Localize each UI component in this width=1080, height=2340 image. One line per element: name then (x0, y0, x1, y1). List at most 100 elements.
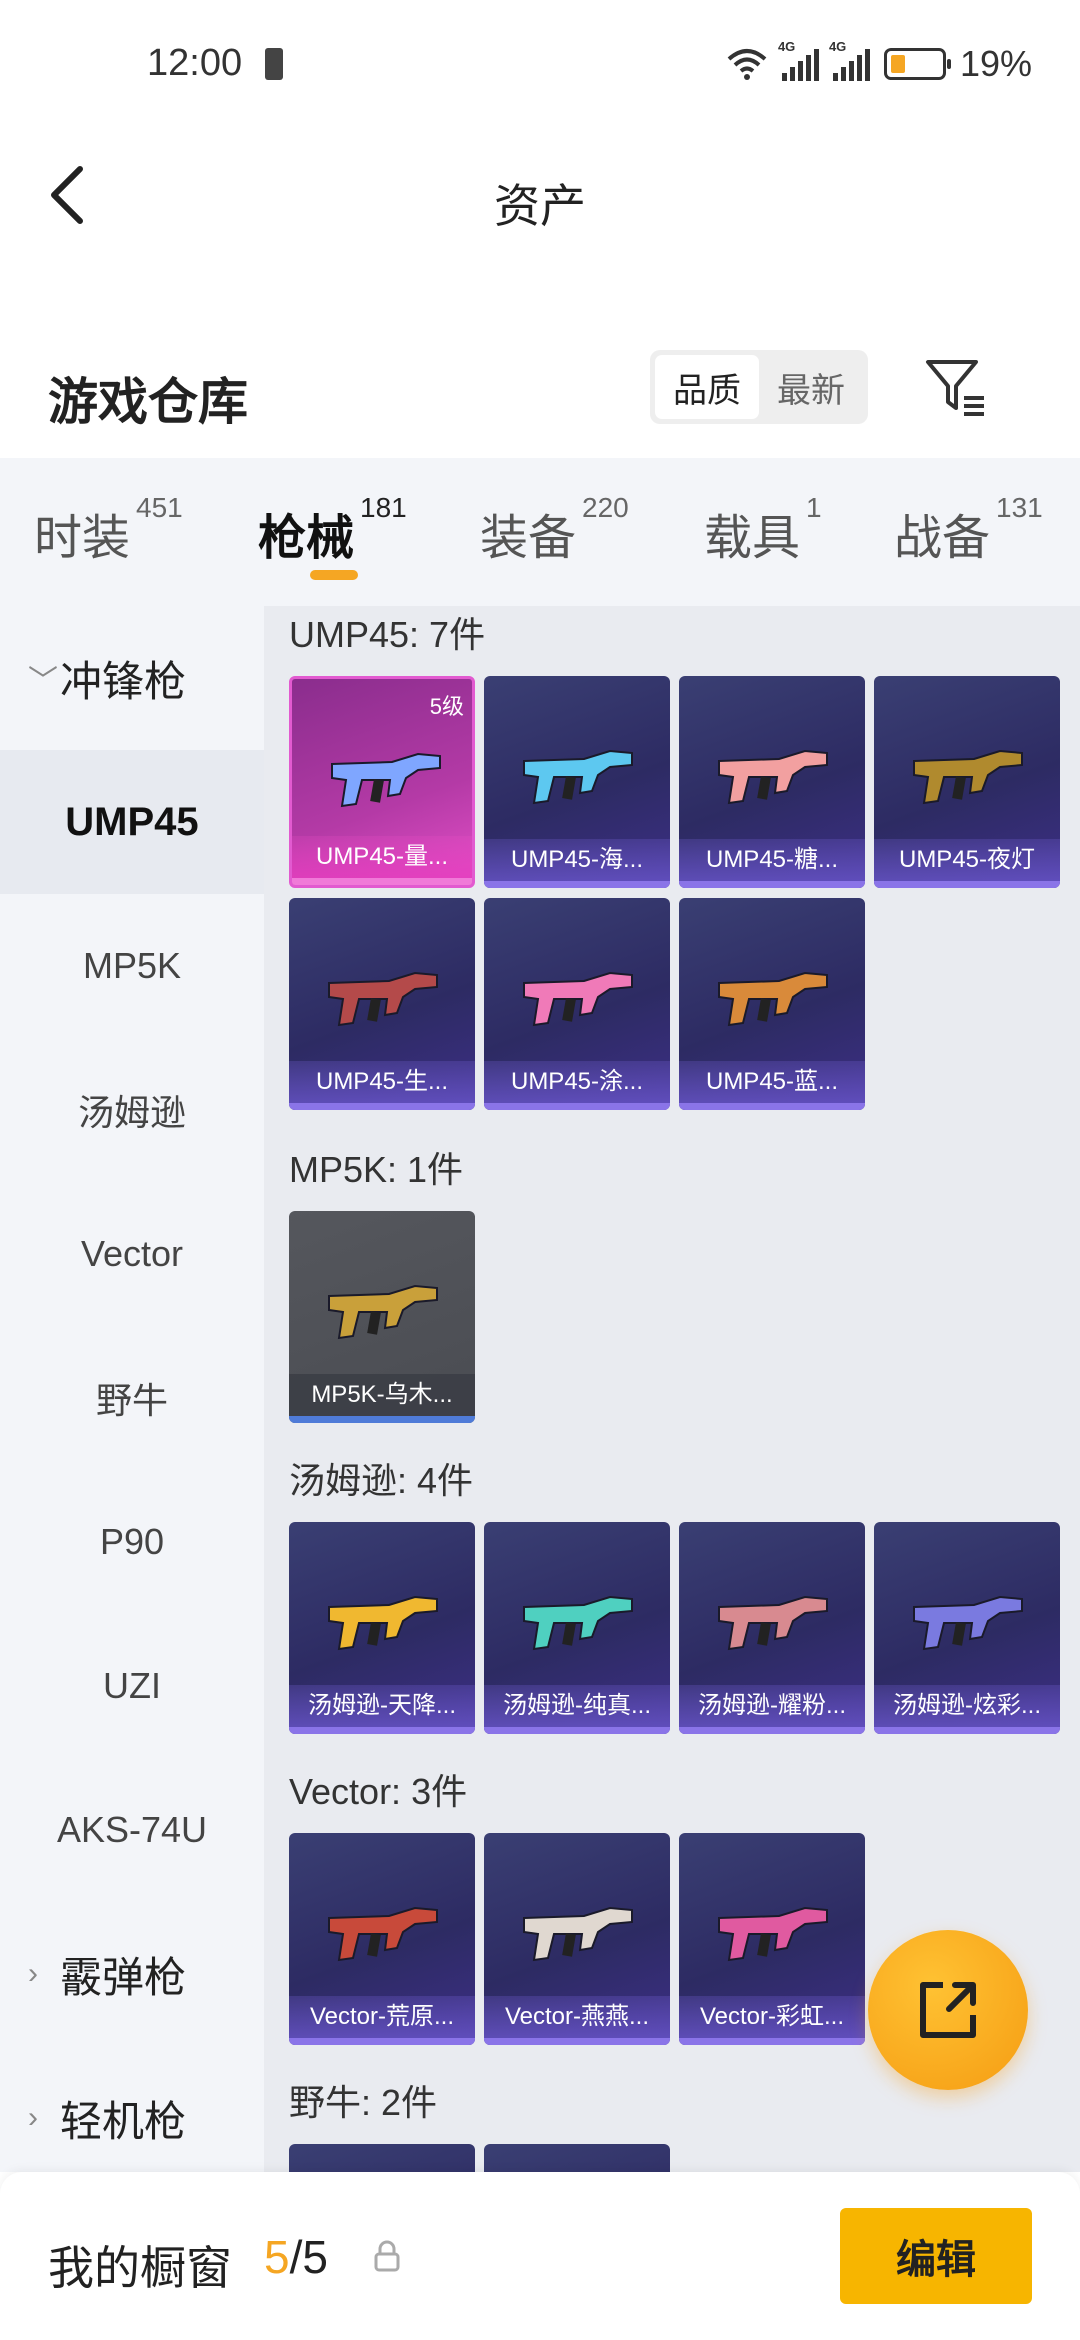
weapon-skin-image (523, 971, 633, 1027)
rarity-bar (289, 1103, 475, 1110)
weapon-skin-image (328, 1595, 438, 1651)
weapon-card[interactable]: Vector-荒原... (289, 1833, 475, 2045)
rarity-bar (679, 1103, 865, 1110)
tab-count: 1 (806, 492, 822, 523)
weapon-card[interactable]: 汤姆逊-炫彩... (874, 1522, 1060, 1734)
weapon-name: UMP45-糖... (679, 839, 865, 881)
share-icon (920, 1982, 976, 2038)
rarity-bar (289, 2038, 475, 2045)
weapon-card[interactable]: 汤姆逊-耀粉... (679, 1522, 865, 1734)
weapon-card[interactable]: 汤姆逊-天降... (289, 1522, 475, 1734)
sidebar-item-bizon[interactable]: 野牛 (0, 1326, 264, 1470)
weapon-name: 汤姆逊-纯真... (484, 1685, 670, 1727)
cell-signal-icon: 4G (778, 39, 819, 81)
tab-count: 131 (996, 492, 1043, 523)
weapon-card[interactable]: UMP45-蓝... (679, 898, 865, 1110)
weapon-card[interactable]: UMP45-糖... (679, 676, 865, 888)
weapon-card[interactable]: UMP45-海... (484, 676, 670, 888)
weapon-name: UMP45-蓝... (679, 1061, 865, 1103)
sidebar-item-ump45[interactable]: UMP45 (0, 750, 264, 894)
tab-count: 181 (360, 492, 407, 523)
weapon-card[interactable] (484, 2144, 670, 2172)
section-title: Vector: 3件 (289, 1771, 468, 1812)
weapon-name: 汤姆逊-耀粉... (679, 1685, 865, 1727)
chevron-right-icon: › (28, 2101, 38, 2134)
share-button[interactable] (868, 1930, 1028, 2090)
section-title: UMP45: 7件 (289, 614, 486, 655)
section-title: 汤姆逊: 4件 (289, 1460, 474, 1501)
showcase-total: 5 (302, 2231, 328, 2283)
weapon-card[interactable]: MP5K-乌木... (289, 1211, 475, 1423)
rarity-bar (289, 1416, 475, 1423)
rarity-bar (484, 1103, 670, 1110)
rarity-bar (484, 1727, 670, 1734)
weapon-card[interactable]: UMP45-生... (289, 898, 475, 1110)
weapon-name: Vector-荒原... (289, 1996, 475, 2038)
tab-label: 载具 (704, 512, 801, 565)
showcase-bar: 我的橱窗 5/5 编辑 (0, 2172, 1080, 2340)
sidebar-group-smg[interactable]: ﹀ 冲锋枪 (0, 606, 264, 750)
lock-icon (374, 2240, 400, 2272)
rarity-bar (289, 1727, 475, 1734)
weapon-type-sidebar: ﹀ 冲锋枪 UMP45 MP5K 汤姆逊 Vector 野牛 P90 UZI A… (0, 606, 264, 2172)
tab-label: 枪械 (258, 512, 355, 565)
weapon-card[interactable]: Vector-燕燕... (484, 1833, 670, 2045)
tab-vehicles[interactable]: 载具1 (704, 492, 822, 568)
weapon-name: UMP45-量... (292, 836, 472, 878)
sidebar-item-mp5k[interactable]: MP5K (0, 894, 264, 1038)
active-tab-indicator (310, 570, 358, 580)
sidebar-item-thompson[interactable]: 汤姆逊 (0, 1038, 264, 1182)
rarity-bar (484, 2038, 670, 2045)
tab-equipment[interactable]: 装备220 (480, 492, 629, 568)
chevron-down-icon: ﹀ (28, 665, 58, 698)
warehouse-title: 游戏仓库 (48, 374, 248, 430)
tab-supplies[interactable]: 战备131 (894, 492, 1043, 568)
weapon-name: Vector-彩虹... (679, 1996, 865, 2038)
weapon-card[interactable]: UMP45-夜灯 (874, 676, 1060, 888)
network-type-label-2: 4G (828, 39, 847, 54)
weapon-skin-image (718, 971, 828, 1027)
weapon-card[interactable]: 5级 UMP45-量... (289, 676, 475, 888)
weapon-skin-image (328, 1284, 438, 1340)
weapon-skin-image (523, 1595, 633, 1651)
showcase-title: 我的橱窗 (48, 2242, 232, 2294)
weapon-card[interactable]: 汤姆逊-纯真... (484, 1522, 670, 1734)
filter-button[interactable] (920, 352, 990, 422)
weapon-card[interactable]: Vector-彩虹... (679, 1833, 865, 2045)
status-icons: 4G 4G 19% (726, 39, 1032, 88)
status-bar: 12:00 4G 4G 19% (0, 0, 1080, 130)
weapon-card[interactable]: UMP45-涂... (484, 898, 670, 1110)
rarity-bar (679, 881, 865, 888)
tab-label: 装备 (480, 512, 577, 565)
tab-label: 战备 (894, 512, 991, 565)
tab-fashion[interactable]: 时装451 (34, 492, 183, 568)
sidebar-item-vector[interactable]: Vector (0, 1182, 264, 1326)
sidebar-group-label: 冲锋枪 (60, 657, 187, 705)
sidebar-group-shotgun[interactable]: › 霰弹枪 (0, 1902, 264, 2046)
app-header: 资产 (0, 130, 1080, 260)
weapon-name: UMP45-生... (289, 1061, 475, 1103)
weapon-skin-image (718, 1906, 828, 1962)
sidebar-item-p90[interactable]: P90 (0, 1470, 264, 1614)
tab-guns[interactable]: 枪械181 (258, 492, 407, 568)
rarity-bar (679, 1727, 865, 1734)
weapon-skin-image (523, 1906, 633, 1962)
weapon-card[interactable] (289, 2144, 475, 2172)
weapon-skin-image (331, 752, 441, 808)
sidebar-group-lmg[interactable]: › 轻机枪 (0, 2046, 264, 2172)
filter-icon (926, 360, 984, 416)
weapon-skin-image (913, 1595, 1023, 1651)
rarity-bar (292, 878, 472, 885)
edit-button[interactable]: 编辑 (840, 2208, 1032, 2304)
sort-option-newest[interactable]: 最新 (759, 355, 863, 419)
sidebar-item-uzi[interactable]: UZI (0, 1614, 264, 1758)
showcase-count: 5/5 (264, 2230, 328, 2284)
network-type-label: 4G (777, 39, 796, 54)
rarity-bar (874, 881, 1060, 888)
tab-count: 451 (136, 492, 183, 523)
sidebar-item-aks74u[interactable]: AKS-74U (0, 1758, 264, 1902)
weapon-name: Vector-燕燕... (484, 1996, 670, 2038)
showcase-current: 5 (264, 2231, 290, 2283)
wifi-icon (727, 49, 767, 80)
sort-option-quality[interactable]: 品质 (655, 355, 759, 419)
